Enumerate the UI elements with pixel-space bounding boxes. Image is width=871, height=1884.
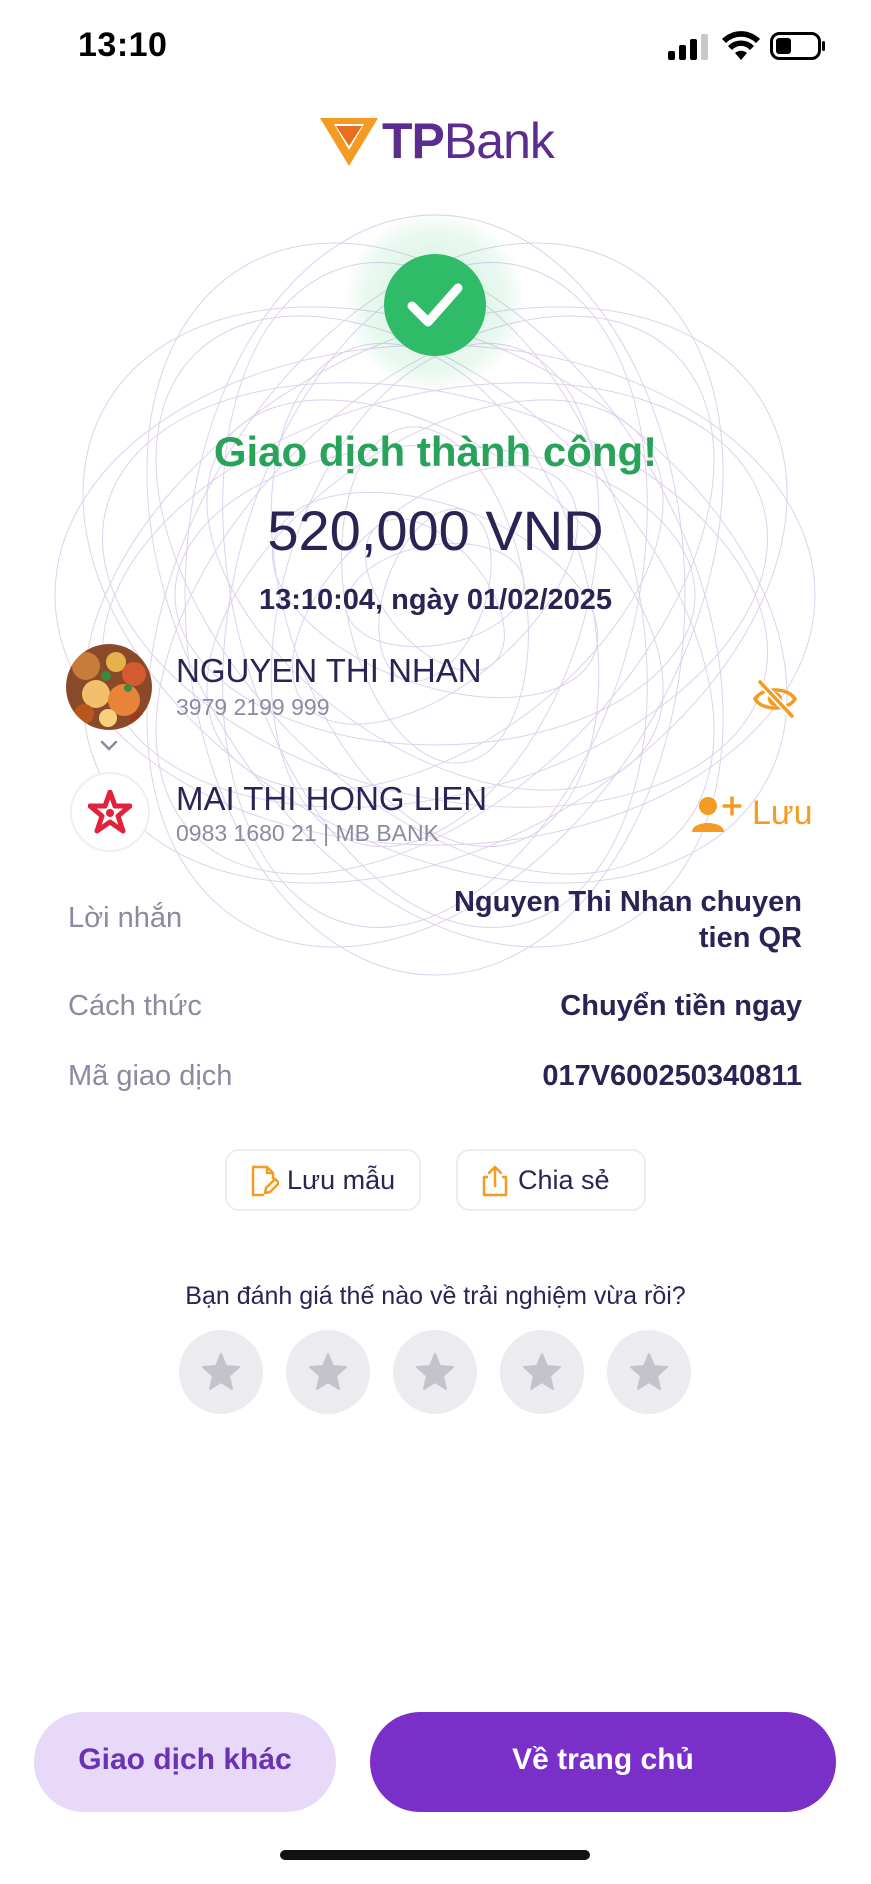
- recipient-account: 0983 1680 21 | MB BANK: [176, 820, 439, 846]
- battery-icon: [770, 32, 825, 60]
- message-label: Lời nhắn: [68, 902, 183, 934]
- success-check-icon: [384, 254, 486, 356]
- method-label: Cách thức: [68, 990, 202, 1022]
- share-button[interactable]: Chia sẻ: [456, 1149, 646, 1211]
- edit-document-icon: [251, 1165, 279, 1197]
- rating-star-1[interactable]: [179, 1330, 263, 1414]
- mb-bank-logo: [70, 772, 150, 852]
- signal-icon: [668, 34, 708, 60]
- transaction-id-label: Mã giao dịch: [68, 1060, 233, 1092]
- transaction-status-title: Giao dịch thành công!: [213, 428, 658, 475]
- other-transaction-button[interactable]: Giao dịch khác: [34, 1712, 336, 1812]
- share-label: Chia sẻ: [518, 1165, 610, 1195]
- home-indicator[interactable]: [280, 1850, 590, 1860]
- transaction-amount: 520,000 VND: [267, 499, 604, 562]
- save-template-button[interactable]: Lưu mẫu: [225, 1149, 421, 1211]
- save-template-label: Lưu mẫu: [287, 1165, 396, 1195]
- home-button[interactable]: Về trang chủ: [370, 1712, 836, 1812]
- tpbank-logo-icon: [320, 118, 378, 166]
- chevron-down-icon[interactable]: [100, 740, 118, 752]
- method-value: Chuyển tiền ngay: [560, 990, 802, 1022]
- add-user-icon: [692, 796, 742, 832]
- save-contact-label: Lưu: [752, 794, 813, 832]
- sender-account: 3979 2199 999: [176, 694, 330, 720]
- other-transaction-label: Giao dịch khác: [78, 1743, 292, 1776]
- rating-star-3[interactable]: [393, 1330, 477, 1414]
- transaction-datetime: 13:10:04, ngày 01/02/2025: [258, 584, 613, 616]
- status-time: 13:10: [78, 26, 168, 64]
- wifi-icon: [722, 31, 760, 60]
- rating-star-2[interactable]: [286, 1330, 370, 1414]
- sender-avatar: [66, 644, 152, 730]
- star-icon: [630, 1353, 668, 1390]
- star-icon: [202, 1353, 240, 1390]
- rating-question: Bạn đánh giá thế nào về trải nghiệm vừa …: [185, 1282, 686, 1310]
- share-icon: [482, 1165, 508, 1197]
- rating-star-4[interactable]: [500, 1330, 584, 1414]
- star-icon: [523, 1353, 561, 1390]
- rating-star-5[interactable]: [607, 1330, 691, 1414]
- save-contact-button[interactable]: Lưu: [692, 792, 813, 836]
- tpbank-logo: TPBank: [382, 113, 555, 169]
- sender-name: NGUYEN THI NHAN: [176, 652, 482, 689]
- home-label: Về trang chủ: [512, 1743, 694, 1776]
- message-value: Nguyen Thi Nhan chuyen tien QR: [453, 886, 802, 954]
- recipient-name: MAI THI HONG LIEN: [176, 780, 488, 817]
- eye-off-icon[interactable]: [752, 678, 798, 720]
- star-icon: [309, 1353, 347, 1390]
- star-icon: [416, 1353, 454, 1390]
- transaction-id-value: 017V600250340811: [542, 1060, 802, 1092]
